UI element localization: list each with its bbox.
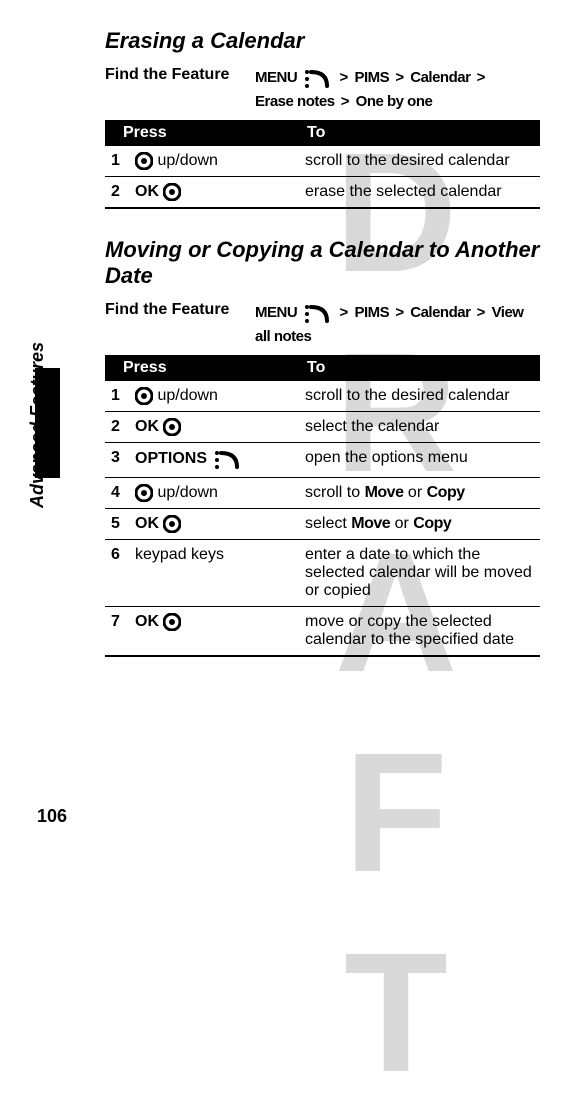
to-text: select Move or Copy	[299, 509, 540, 540]
center-key-icon	[135, 152, 153, 170]
step-num: 5	[105, 509, 129, 540]
path-one-by-one: One by one	[356, 93, 433, 110]
step-num: 2	[105, 412, 129, 443]
table-row: 1 up/down scroll to the desired calendar	[105, 381, 540, 412]
table-row: 1 up/down scroll to the desired calendar	[105, 146, 540, 177]
col-press-2: Press	[105, 355, 299, 381]
col-to-2: To	[299, 355, 540, 381]
menu-key-icon	[213, 449, 241, 471]
to-text: erase the selected calendar	[299, 177, 540, 209]
to-text: scroll to Move or Copy	[299, 478, 540, 509]
step-num: 6	[105, 540, 129, 607]
center-key-icon	[163, 418, 181, 436]
press-text: OK	[135, 183, 159, 200]
col-press-1: Press	[105, 120, 299, 146]
menu-path-1: MENU > PIMS > Calendar > Erase notes > O…	[255, 66, 540, 114]
heading-erasing-calendar: Erasing a Calendar	[105, 28, 540, 54]
table-row: 5 OK select Move or Copy	[105, 509, 540, 540]
steps-table-1: Press To 1 up/down scroll to the desired…	[105, 120, 540, 209]
table-row: 4 up/down scroll to Move or Copy	[105, 478, 540, 509]
step-num: 3	[105, 443, 129, 478]
press-text: OPTIONS	[135, 450, 207, 467]
press-text: keypad keys	[135, 546, 224, 563]
press-text: up/down	[157, 484, 218, 501]
path-erase-notes: Erase notes	[255, 93, 335, 110]
center-key-icon	[163, 613, 181, 631]
heading-moving-copying: Moving or Copying a Calendar to Another …	[105, 237, 540, 289]
press-text: OK	[135, 515, 159, 532]
center-key-icon	[163, 515, 181, 533]
table-row: 2 OK select the calendar	[105, 412, 540, 443]
step-num: 1	[105, 146, 129, 177]
menu-label: MENU	[255, 69, 297, 86]
to-text: select the calendar	[299, 412, 540, 443]
table-row: 6 keypad keys enter a date to which the …	[105, 540, 540, 607]
press-text: up/down	[157, 387, 218, 404]
center-key-icon	[163, 183, 181, 201]
col-to-1: To	[299, 120, 540, 146]
table-row: 7 OK move or copy the selected calendar …	[105, 607, 540, 657]
find-the-feature-label-1: Find the Feature	[105, 66, 245, 84]
step-num: 2	[105, 177, 129, 209]
to-text: scroll to the desired calendar	[299, 146, 540, 177]
to-text: open the options menu	[299, 443, 540, 478]
menu-key-icon	[303, 303, 331, 325]
path-calendar: Calendar	[410, 304, 470, 321]
page-number: 106	[37, 806, 67, 827]
steps-table-2: Press To 1 up/down scroll to the desired…	[105, 355, 540, 657]
menu-key-icon	[303, 68, 331, 90]
table-row: 2 OK erase the selected calendar	[105, 177, 540, 209]
path-calendar: Calendar	[410, 69, 470, 86]
step-num: 1	[105, 381, 129, 412]
center-key-icon	[135, 387, 153, 405]
to-text: enter a date to which the selected calen…	[299, 540, 540, 607]
press-text: OK	[135, 418, 159, 435]
press-text: up/down	[157, 152, 218, 169]
step-num: 7	[105, 607, 129, 657]
step-num: 4	[105, 478, 129, 509]
center-key-icon	[135, 484, 153, 502]
table-row: 3 OPTIONS open the options menu	[105, 443, 540, 478]
press-text: OK	[135, 613, 159, 630]
path-pims: PIMS	[354, 69, 389, 86]
to-text: scroll to the desired calendar	[299, 381, 540, 412]
path-pims: PIMS	[354, 304, 389, 321]
find-the-feature-label-2: Find the Feature	[105, 301, 245, 319]
menu-label: MENU	[255, 304, 297, 321]
to-text: move or copy the selected calendar to th…	[299, 607, 540, 657]
menu-path-2: MENU > PIMS > Calendar > View all notes	[255, 301, 540, 349]
